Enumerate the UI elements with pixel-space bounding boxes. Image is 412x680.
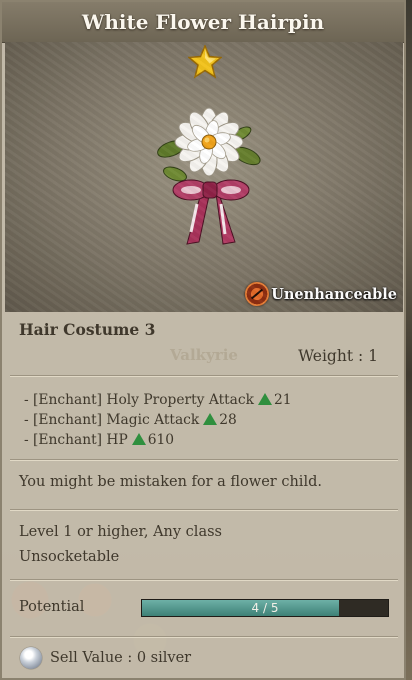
divider (10, 509, 398, 511)
enhance-status: Unenhanceable (271, 285, 397, 303)
star-icon (188, 45, 222, 79)
potential-label: Potential (19, 599, 85, 615)
class-hint: Valkyrie (170, 346, 238, 364)
divider (10, 579, 398, 581)
potential-value: 4 / 5 (251, 601, 279, 615)
sell-value-text: Sell Value : 0 silver (50, 650, 192, 666)
divider (10, 636, 398, 638)
enchant-label: - [Enchant] Holy Property Attack (24, 392, 254, 408)
tooltip-title-bar: White Flower Hairpin (2, 2, 404, 43)
white-flower-hairpin-icon (157, 107, 261, 245)
enchant-value: 28 (219, 412, 237, 428)
no-enhance-icon (245, 282, 270, 306)
enchant-row: - [Enchant] Magic Attack 28 (24, 410, 292, 430)
potential-bar: 4 / 5 (141, 599, 389, 617)
item-type: Hair Costume 3 (19, 320, 156, 339)
unenhanceable-badge: Unenhanceable (245, 282, 397, 306)
socket-status: Unsocketable (19, 549, 120, 565)
enchant-label: - [Enchant] HP (24, 432, 128, 448)
increase-arrow-icon (203, 413, 218, 425)
item-image-panel: Unenhanceable (5, 42, 403, 312)
enchant-row: - [Enchant] Holy Property Attack 21 (24, 390, 292, 410)
divider (10, 459, 398, 461)
enchant-list: - [Enchant] Holy Property Attack 21 - [En… (24, 390, 292, 450)
enchant-row: - [Enchant] HP 610 (24, 430, 292, 450)
background-edge (406, 0, 412, 680)
item-description: You might be mistaken for a flower child… (19, 474, 322, 490)
item-name: White Flower Hairpin (81, 10, 325, 34)
increase-arrow-icon (257, 393, 272, 405)
enchant-label: - [Enchant] Magic Attack (24, 412, 200, 428)
item-tooltip: White Flower Hairpin Unenhanceable Hair … (0, 0, 406, 680)
enchant-value: 21 (273, 392, 292, 408)
sell-value: Sell Value : 0 silver (20, 647, 191, 669)
requirement-level-class: Level 1 or higher, Any class (19, 524, 222, 540)
increase-arrow-icon (131, 433, 146, 445)
silver-coin-icon (20, 647, 42, 669)
enchant-value: 610 (147, 432, 175, 448)
divider (10, 375, 398, 377)
item-weight: Weight : 1 (298, 347, 378, 365)
